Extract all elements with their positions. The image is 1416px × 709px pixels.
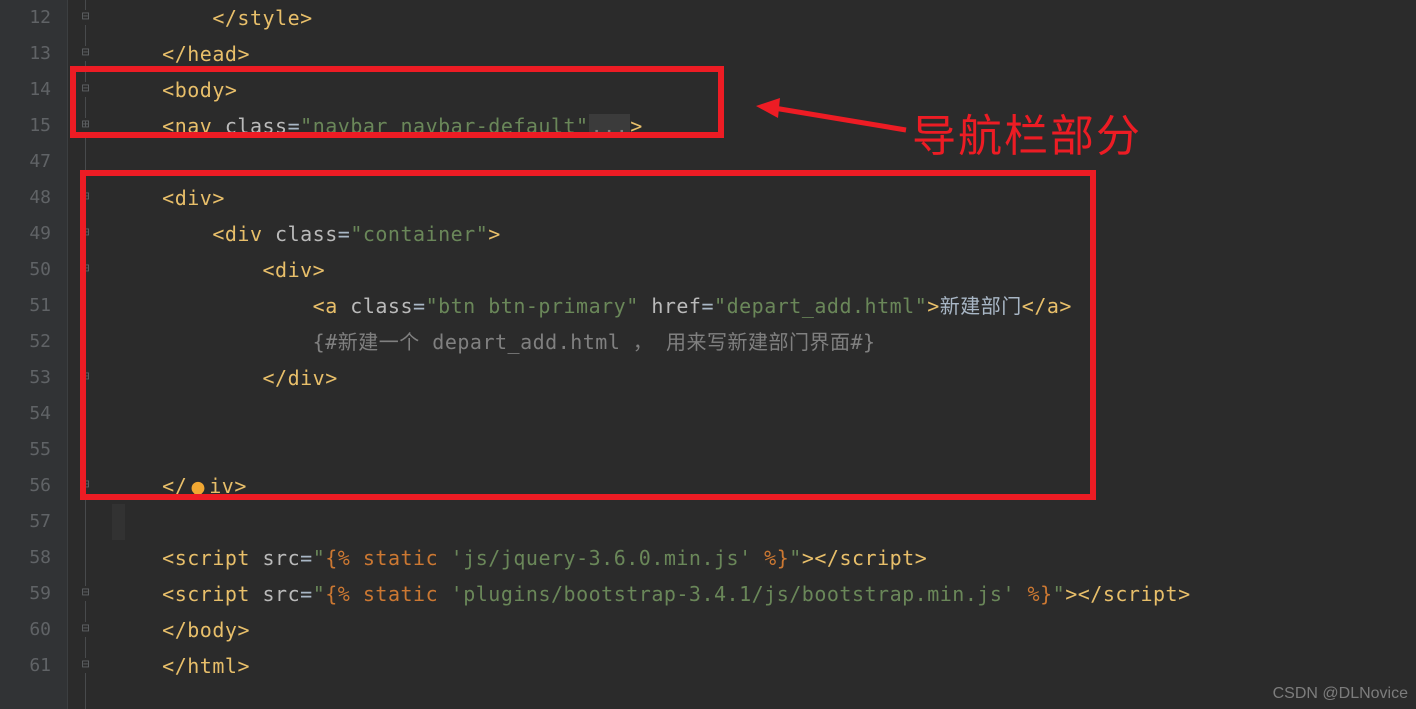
code-line[interactable]: </style> [112,0,1416,36]
code-line[interactable]: <body> [112,72,1416,108]
fold-marker-open-icon[interactable]: ⊟ [78,82,93,97]
fold-marker-expand-icon[interactable]: ⊞ [78,118,93,133]
code-area[interactable]: </style> </head> <body> <nav class="navb… [104,0,1416,709]
line-number-gutter: 12 13 14 15 47 48 49 50 51 52 53 54 55 5… [0,0,68,709]
code-line-current[interactable] [112,504,1416,540]
code-line[interactable] [112,432,1416,468]
code-line[interactable]: <nav class="navbar navbar-default"...> [112,108,1416,144]
code-line[interactable]: {#新建一个 depart_add.html ， 用来写新建部门界面#} [112,324,1416,360]
line-number: 15 [0,108,67,144]
line-number: 60 [0,612,67,648]
line-number: 58 [0,540,67,576]
line-number: 13 [0,36,67,72]
fold-marker-close-icon[interactable]: ⊟ [78,370,93,385]
code-line[interactable]: <script src="{% static 'plugins/bootstra… [112,576,1416,612]
code-line[interactable]: </div> [112,360,1416,396]
line-number: 55 [0,432,67,468]
folded-ellipsis[interactable]: ... [589,114,631,138]
fold-marker-open-icon[interactable]: ⊟ [78,226,93,241]
intention-bulb-icon[interactable] [187,477,209,499]
line-number: 51 [0,288,67,324]
fold-marker-close-icon[interactable]: ⊟ [78,46,93,61]
code-line[interactable]: </html> [112,648,1416,684]
code-line[interactable]: </iv> [112,468,1416,504]
watermark: CSDN @DLNovice [1273,685,1408,703]
fold-marker-open-icon[interactable]: ⊟ [78,262,93,277]
template-comment: {#新建一个 depart_add.html ， 用来写新建部门界面#} [313,330,876,354]
line-number: 57 [0,504,67,540]
line-number: 47 [0,144,67,180]
code-line[interactable]: <a class="btn btn-primary" href="depart_… [112,288,1416,324]
line-number: 59 [0,576,67,612]
code-line[interactable]: <script src="{% static 'js/jquery-3.6.0.… [112,540,1416,576]
code-line[interactable] [112,396,1416,432]
fold-marker-open-icon[interactable]: ⊟ [78,586,93,601]
fold-marker-close-icon[interactable]: ⊟ [78,478,93,493]
code-line[interactable]: <div> [112,252,1416,288]
code-line[interactable] [112,144,1416,180]
annotation-label: 导航栏部分 [912,100,1142,164]
code-line[interactable]: </head> [112,36,1416,72]
fold-marker-close-icon[interactable]: ⊟ [78,658,93,673]
line-number: 12 [0,0,67,36]
code-editor[interactable]: 12 13 14 15 47 48 49 50 51 52 53 54 55 5… [0,0,1416,709]
line-number: 52 [0,324,67,360]
line-number: 61 [0,648,67,684]
line-number: 14 [0,72,67,108]
fold-marker-close-icon[interactable]: ⊟ [78,622,93,637]
code-line[interactable]: <div> [112,180,1416,216]
line-number: 50 [0,252,67,288]
fold-column[interactable]: ⊟ ⊟ ⊟ ⊞ ⊟ ⊟ ⊟ ⊟ ⊟ ⊟ ⊟ ⊟ [68,0,104,709]
line-number: 56 [0,468,67,504]
caret-line-highlight [112,504,125,540]
fold-guide-line [85,0,86,709]
line-number: 48 [0,180,67,216]
fold-marker-close-icon[interactable]: ⊟ [78,10,93,25]
line-number: 53 [0,360,67,396]
line-number: 49 [0,216,67,252]
code-line[interactable]: <div class="container"> [112,216,1416,252]
code-line[interactable]: </body> [112,612,1416,648]
line-number: 54 [0,396,67,432]
fold-marker-open-icon[interactable]: ⊟ [78,190,93,205]
